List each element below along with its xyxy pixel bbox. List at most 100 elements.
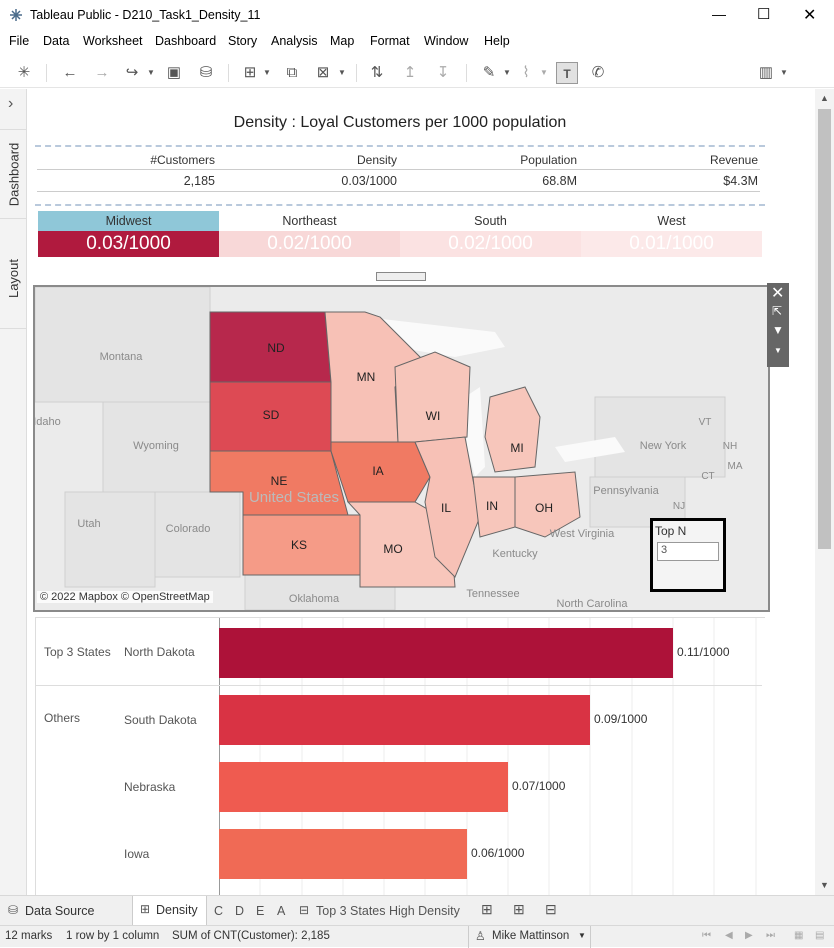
state-label: IN: [486, 499, 498, 513]
tab-c[interactable]: C: [214, 904, 223, 918]
new-datasource-icon[interactable]: ⛁: [195, 62, 217, 84]
tab-view-icon[interactable]: ▤: [815, 930, 824, 941]
region-header-west[interactable]: West: [581, 211, 762, 231]
pin-icon[interactable]: ✆: [587, 62, 609, 84]
region-header-midwest[interactable]: Midwest: [38, 211, 219, 231]
tab-data-source[interactable]: Data Source: [25, 904, 94, 918]
bar-value-label: 0.06/1000: [471, 846, 525, 860]
new-dashboard-icon[interactable]: ⊞: [513, 901, 525, 918]
bar-chart[interactable]: Top 3 States Others North Dakota South D…: [35, 617, 765, 895]
sort-descending-icon[interactable]: ↧: [432, 62, 454, 84]
region-value-northeast[interactable]: 0.02/1000: [219, 231, 400, 257]
show-labels-icon[interactable]: T: [556, 62, 578, 84]
last-sheet-icon[interactable]: ⏭: [766, 930, 775, 941]
region-value-west[interactable]: 0.01/1000: [581, 231, 762, 257]
tab-layout[interactable]: Layout: [0, 229, 27, 329]
kpi-value-revenue: $4.3M: [723, 174, 758, 188]
scroll-thumb[interactable]: [818, 109, 831, 549]
tab-e[interactable]: E: [256, 904, 264, 918]
map-base-label: Montana: [100, 351, 144, 363]
state-label: NE: [271, 474, 288, 488]
new-worksheet-icon[interactable]: ⊞: [481, 901, 493, 918]
menu-dashboard[interactable]: Dashboard: [155, 34, 216, 48]
tab-story[interactable]: Top 3 States High Density: [316, 904, 460, 918]
status-bar: 12 marks 1 row by 1 column SUM of CNT(Cu…: [0, 925, 834, 948]
chevron-down-icon[interactable]: ▼: [773, 62, 795, 84]
top-n-input[interactable]: 3: [657, 542, 719, 561]
tab-density[interactable]: ⊞ Density: [132, 896, 207, 925]
region-header-south[interactable]: South: [400, 211, 581, 231]
chevron-down-icon[interactable]: ▼: [533, 62, 555, 84]
divider: [37, 191, 760, 192]
scroll-down-icon[interactable]: ▼: [820, 880, 829, 890]
zone-controls: ✕ ⇱ ▼ ▼: [767, 283, 789, 367]
tab-dashboard[interactable]: Dashboard: [0, 129, 27, 219]
more-options-icon[interactable]: ▼: [774, 346, 782, 355]
region-value-south[interactable]: 0.02/1000: [400, 231, 581, 257]
tab-d[interactable]: D: [235, 904, 244, 918]
region-value-midwest[interactable]: 0.03/1000: [38, 231, 219, 257]
user-icon: ♙: [475, 929, 486, 943]
next-sheet-icon[interactable]: ▶: [745, 930, 753, 941]
bar-south-dakota[interactable]: [219, 695, 590, 745]
menu-analysis[interactable]: Analysis: [271, 34, 318, 48]
expand-pane-icon[interactable]: ›: [8, 95, 13, 113]
tab-a[interactable]: A: [277, 904, 285, 918]
close-window-button[interactable]: ✕: [803, 5, 816, 25]
menu-map[interactable]: Map: [330, 34, 354, 48]
save-icon[interactable]: ▣: [163, 62, 185, 84]
duplicate-icon[interactable]: ⧉: [281, 62, 303, 84]
user-name[interactable]: Mike Mattinson: [492, 930, 569, 942]
map-base-label: Oklahoma: [289, 593, 340, 605]
state-label: WI: [426, 409, 441, 423]
chevron-down-icon[interactable]: ▼: [140, 62, 162, 84]
status-marks: 12 marks: [5, 930, 53, 942]
bar-label: South Dakota: [124, 713, 197, 727]
sort-ascending-icon[interactable]: ↥: [399, 62, 421, 84]
close-icon[interactable]: ✕: [771, 283, 784, 303]
divider: [37, 169, 760, 170]
menu-worksheet[interactable]: Worksheet: [83, 34, 143, 48]
state-label: ND: [267, 341, 285, 355]
menu-help[interactable]: Help: [484, 34, 510, 48]
map-view[interactable]: ND SD NE KS MN IA MO WI IL MI IN OH Mont…: [33, 285, 770, 612]
redo-icon[interactable]: →: [91, 62, 113, 84]
filmstrip-view-icon[interactable]: ▦: [794, 930, 803, 941]
first-sheet-icon[interactable]: ⏮: [702, 930, 711, 941]
top-n-label: Top N: [655, 524, 687, 538]
kpi-value-density: 0.03/1000: [341, 174, 397, 188]
bar-iowa[interactable]: [219, 829, 467, 879]
vertical-scrollbar[interactable]: ▲ ▼: [815, 89, 834, 895]
chevron-down-icon[interactable]: ▼: [331, 62, 353, 84]
region-header-northeast[interactable]: Northeast: [219, 211, 400, 231]
menu-story[interactable]: Story: [228, 34, 257, 48]
prev-sheet-icon[interactable]: ◀: [725, 930, 733, 941]
kpi-header-density: Density: [356, 153, 397, 167]
state-label: IL: [441, 501, 451, 515]
menu-window[interactable]: Window: [424, 34, 468, 48]
filter-icon[interactable]: ▼: [772, 323, 784, 337]
bar-value-label: 0.07/1000: [512, 779, 566, 793]
open-sheet-icon[interactable]: ⇱: [772, 304, 782, 318]
divider: [35, 145, 765, 147]
menu-file[interactable]: File: [9, 34, 29, 48]
menu-data[interactable]: Data: [43, 34, 69, 48]
tableau-home-icon[interactable]: ✳: [13, 62, 35, 84]
kpi-value-population: 68.8M: [542, 174, 577, 188]
bar-value-label: 0.11/1000: [677, 645, 730, 659]
minimize-button[interactable]: —: [712, 6, 726, 22]
undo-icon[interactable]: ←: [59, 62, 81, 84]
scroll-up-icon[interactable]: ▲: [820, 93, 829, 103]
new-story-icon[interactable]: ⊟: [545, 901, 557, 918]
chevron-down-icon[interactable]: ▼: [578, 931, 586, 940]
drag-handle[interactable]: [376, 272, 426, 281]
map-copyright[interactable]: © 2022 Mapbox © OpenStreetMap: [37, 591, 213, 603]
maximize-button[interactable]: ☐: [757, 5, 770, 23]
bar-nebraska[interactable]: [219, 762, 508, 812]
swap-icon[interactable]: ⇅: [366, 62, 388, 84]
chevron-down-icon[interactable]: ▼: [256, 62, 278, 84]
state-mi: [484, 386, 541, 473]
state-label: SD: [263, 408, 280, 422]
bar-north-dakota[interactable]: [219, 628, 673, 678]
menu-format[interactable]: Format: [370, 34, 410, 48]
